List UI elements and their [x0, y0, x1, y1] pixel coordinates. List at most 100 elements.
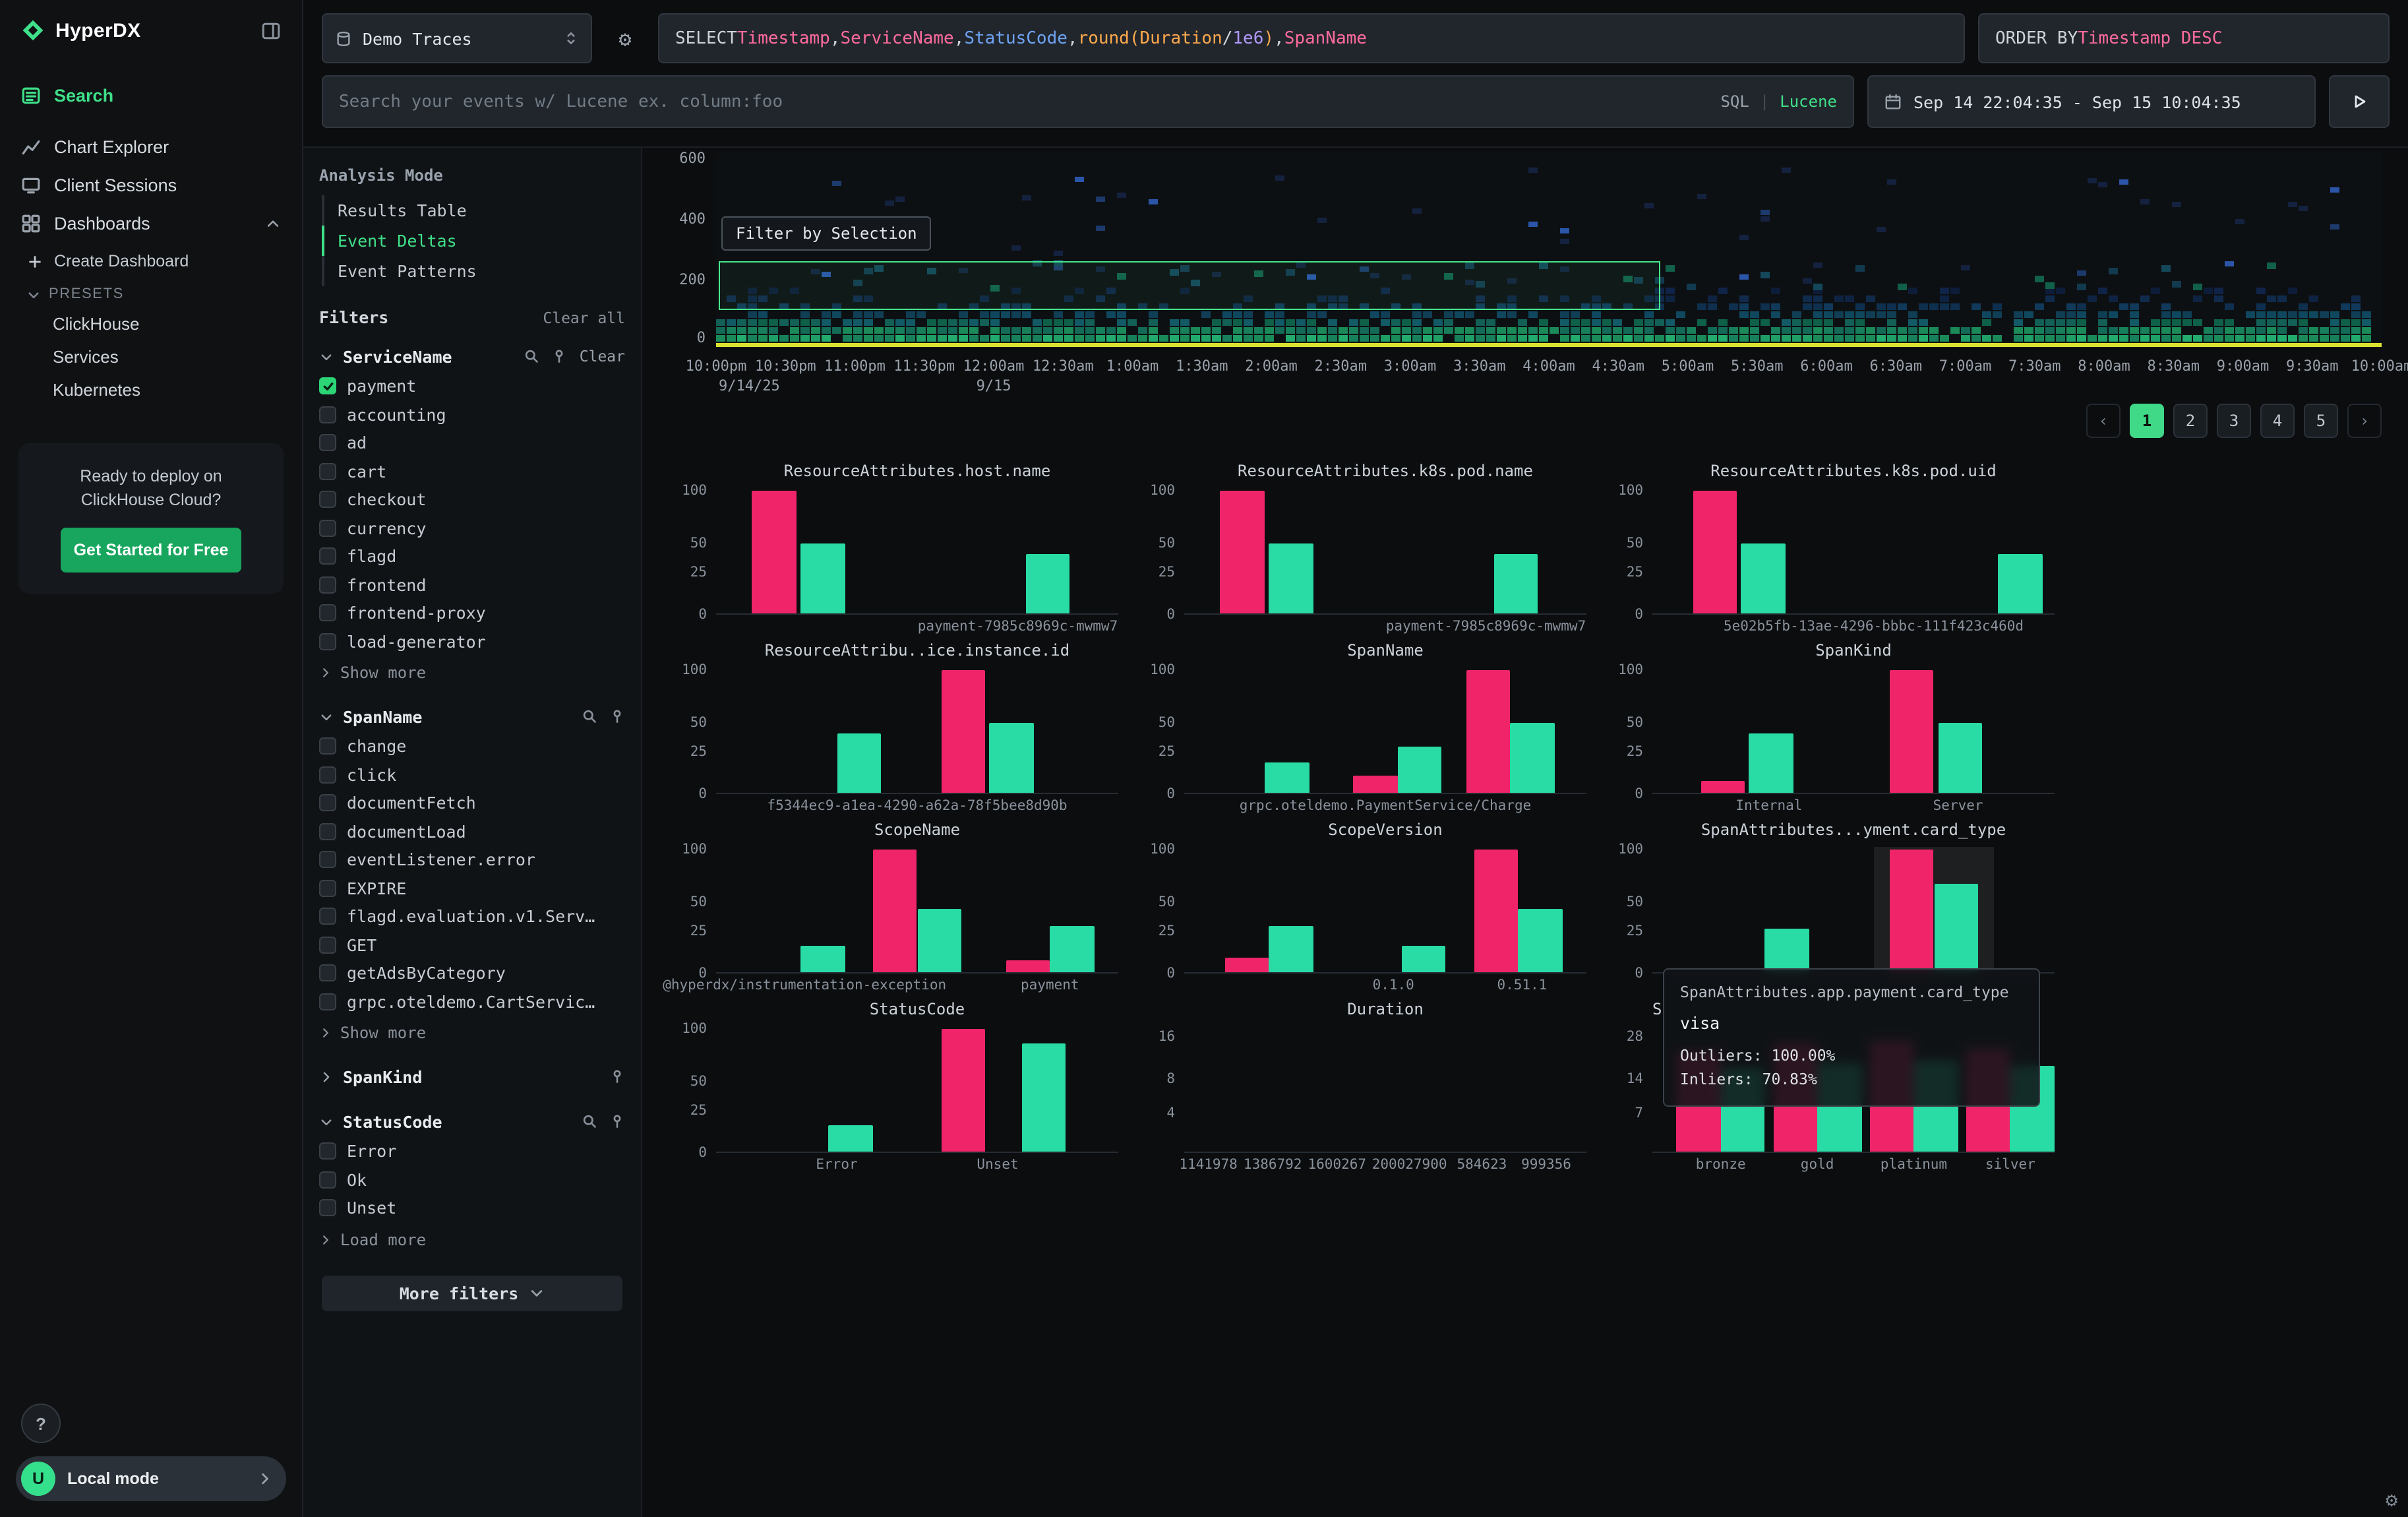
analysis-mode-results-table[interactable]: Results Table: [322, 195, 625, 226]
date-range-picker[interactable]: Sep 14 22:04:35 - Sep 15 10:04:35: [1867, 75, 2316, 128]
chart-plot[interactable]: [716, 850, 1118, 974]
bar-inlier[interactable]: [1999, 555, 2043, 613]
checkbox[interactable]: [319, 1200, 336, 1217]
filter-group-header-spanname[interactable]: SpanName: [319, 700, 625, 732]
show-more-link[interactable]: Show more: [319, 658, 625, 687]
chart-plot[interactable]: [1652, 850, 2055, 974]
filter-by-selection-button[interactable]: Filter by Selection: [721, 216, 932, 251]
pin-button[interactable]: [609, 708, 625, 724]
filter-option-grpc-oteldemo-cartservic-[interactable]: grpc.oteldemo.CartServic…: [319, 987, 625, 1016]
chart-plot[interactable]: [1184, 491, 1586, 615]
bar-inlier[interactable]: [1265, 762, 1309, 793]
show-more-link[interactable]: Load more: [319, 1225, 625, 1254]
chart-plot[interactable]: [716, 491, 1118, 615]
bar-outlier[interactable]: [873, 850, 917, 972]
bar-outlier[interactable]: [1353, 776, 1397, 793]
filter-option-currency[interactable]: currency: [319, 514, 625, 542]
bar-outlier[interactable]: [942, 670, 986, 793]
bar-outlier[interactable]: [1701, 780, 1745, 793]
checkbox[interactable]: [319, 1171, 336, 1189]
checkbox[interactable]: [319, 435, 336, 452]
bar-inlier[interactable]: [917, 908, 961, 972]
bar-inlier[interactable]: [1934, 884, 1978, 972]
sidebar-item-dashboards[interactable]: Dashboards: [0, 204, 302, 243]
bar-inlier[interactable]: [1050, 925, 1094, 972]
checkbox[interactable]: [319, 378, 336, 395]
pin-button[interactable]: [609, 1113, 625, 1129]
bar-inlier[interactable]: [1269, 543, 1313, 613]
bar-inlier[interactable]: [1026, 555, 1070, 613]
checkbox[interactable]: [319, 823, 336, 840]
filter-option-change[interactable]: change: [319, 732, 625, 760]
local-mode-button[interactable]: U Local mode: [16, 1456, 286, 1501]
search-button[interactable]: [582, 1113, 597, 1129]
filter-option-ad[interactable]: ad: [319, 429, 625, 457]
bar-outlier[interactable]: [1890, 850, 1934, 972]
sidebar-collapse-button[interactable]: [261, 20, 281, 40]
checkbox[interactable]: [319, 738, 336, 755]
bar-inlier[interactable]: [1749, 734, 1793, 793]
presets-toggle[interactable]: PRESETS: [0, 277, 302, 307]
bar-inlier[interactable]: [990, 723, 1034, 793]
filter-option-documentfetch[interactable]: documentFetch: [319, 789, 625, 817]
search-button[interactable]: [582, 708, 597, 724]
get-started-button[interactable]: Get Started for Free: [61, 528, 242, 573]
checkbox[interactable]: [319, 965, 336, 982]
bar-outlier[interactable]: [752, 491, 797, 613]
bar-inlier[interactable]: [1518, 908, 1562, 972]
filter-option-ok[interactable]: Ok: [319, 1165, 625, 1194]
filter-option-flagd-evaluation-v1-serv-[interactable]: flagd.evaluation.v1.Serv…: [319, 902, 625, 931]
filter-option-getadsbycategory[interactable]: getAdsByCategory: [319, 959, 625, 987]
filter-group-header-spankind[interactable]: SpanKind: [319, 1061, 625, 1092]
checkbox[interactable]: [319, 406, 336, 423]
chart-plot[interactable]: [1184, 1029, 1586, 1153]
checkbox[interactable]: [319, 851, 336, 869]
source-settings-button[interactable]: ⚙: [605, 13, 645, 63]
checkbox[interactable]: [319, 1143, 336, 1160]
preset-item-clickhouse[interactable]: ClickHouse: [0, 307, 302, 340]
bar-outlier[interactable]: [942, 1029, 986, 1152]
filter-option-get[interactable]: GET: [319, 931, 625, 959]
filter-option-checkout[interactable]: checkout: [319, 485, 625, 514]
source-select[interactable]: Demo Traces: [322, 13, 592, 63]
bar-outlier[interactable]: [1474, 850, 1518, 972]
bar-inlier[interactable]: [800, 543, 845, 613]
sidebar-item-chart-explorer[interactable]: Chart Explorer: [0, 128, 302, 166]
pagination-page-1[interactable]: 1: [2130, 404, 2164, 438]
sidebar-item-client-sessions[interactable]: Client Sessions: [0, 166, 302, 204]
sql-query[interactable]: SELECT Timestamp, ServiceName, StatusCod…: [658, 13, 1965, 63]
bar-outlier[interactable]: [1220, 491, 1265, 613]
help-button[interactable]: ?: [21, 1404, 61, 1443]
filter-option-cart[interactable]: cart: [319, 457, 625, 485]
chart-plot[interactable]: [716, 670, 1118, 794]
search-button[interactable]: [524, 348, 540, 364]
preset-item-services[interactable]: Services: [0, 340, 302, 373]
bar-outlier[interactable]: [1890, 670, 1934, 793]
bar-outlier[interactable]: [1466, 670, 1510, 793]
checkbox[interactable]: [319, 520, 336, 537]
selection-rectangle[interactable]: [719, 261, 1660, 310]
bar-inlier[interactable]: [1494, 555, 1538, 613]
filter-option-frontend[interactable]: frontend: [319, 571, 625, 599]
pagination-page-2[interactable]: 2: [2173, 404, 2208, 438]
bar-inlier[interactable]: [800, 945, 845, 972]
checkbox[interactable]: [319, 463, 336, 480]
clear-filter-button[interactable]: Clear: [580, 347, 625, 365]
checkbox[interactable]: [319, 993, 336, 1010]
checkbox[interactable]: [319, 605, 336, 622]
checkbox[interactable]: [319, 576, 336, 594]
filter-group-header-statuscode[interactable]: StatusCode: [319, 1105, 625, 1137]
bar-inlier[interactable]: [1269, 925, 1313, 972]
checkbox[interactable]: [319, 795, 336, 812]
pin-button[interactable]: [609, 1068, 625, 1084]
checkbox[interactable]: [319, 908, 336, 925]
chart-plot[interactable]: [716, 1029, 1118, 1153]
pin-button[interactable]: [552, 348, 568, 364]
show-more-link[interactable]: Show more: [319, 1018, 625, 1047]
filter-option-documentload[interactable]: documentLoad: [319, 817, 625, 846]
filter-option-load-generator[interactable]: load-generator: [319, 627, 625, 656]
chart-plot[interactable]: [1184, 670, 1586, 794]
bar-inlier[interactable]: [1022, 1043, 1066, 1152]
chart-plot[interactable]: [1184, 850, 1586, 974]
order-by[interactable]: ORDER BY Timestamp DESC: [1978, 13, 2390, 63]
